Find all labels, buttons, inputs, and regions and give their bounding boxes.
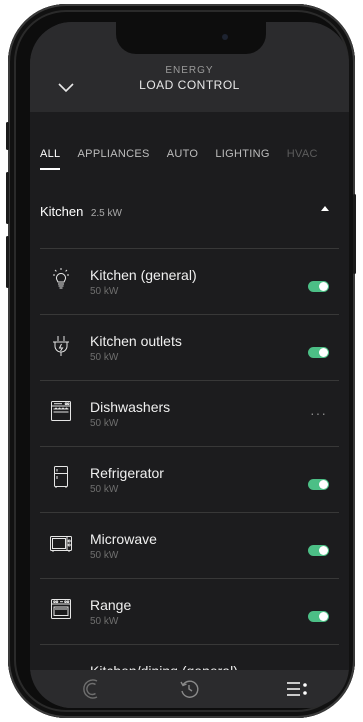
tab-auto[interactable]: AUTO [167,148,199,160]
item-power: 50 kW [90,418,119,429]
menu-icon[interactable] [285,678,307,700]
toggle-switch[interactable] [308,545,329,556]
item-power: 50 kW [90,286,119,297]
item-power: 50 kW [90,352,119,363]
item-power: 50 kW [90,550,119,561]
caret-up-icon[interactable] [321,206,329,211]
item-power: 50 kW [90,616,119,627]
list-item[interactable]: Range 50 kW [40,579,339,644]
page-subtitle: ENERGY [165,65,214,76]
item-name: Microwave [90,531,157,547]
history-icon[interactable] [178,678,200,700]
item-power: 50 kW [90,484,119,495]
tab-appliances[interactable]: APPLIANCES [78,148,150,160]
list-item[interactable]: Dishwashers 50 kW ··· [40,381,339,446]
list-item[interactable]: Refrigerator 50 kW [40,447,339,512]
tab-hvac[interactable]: HVAC [287,148,318,160]
tab-lighting[interactable]: LIGHTING [215,148,269,160]
section-header[interactable]: Kitchen 2.5 kW [40,203,339,233]
page-title: ENERGY LOAD CONTROL [30,65,349,92]
list-item[interactable]: Kitchen outlets 50 kW [40,315,339,380]
more-options-icon[interactable]: ··· [310,405,327,421]
toggle-switch[interactable] [308,611,329,622]
item-name: Kitchen (general) [90,267,197,283]
bottom-tab-bar [30,670,349,708]
microwave-icon [50,531,72,555]
item-name: Kitchen outlets [90,333,182,349]
toggle-switch[interactable] [308,479,329,490]
list-item[interactable]: Kitchen (general) 50 kW [40,249,339,314]
side-button [6,172,9,224]
phone-frame: ENERGY LOAD CONTROL ALL APPLIANCES AUTO … [6,4,356,718]
section-power: 2.5 kW [90,208,122,219]
item-name: Dishwashers [90,399,171,415]
refrigerator-icon [50,465,72,489]
toggle-switch[interactable] [308,347,329,358]
side-button [353,194,356,274]
toggle-switch[interactable] [308,281,329,292]
page-title-text: LOAD CONTROL [139,78,240,92]
lightbulb-icon [50,267,72,291]
screen: ENERGY LOAD CONTROL ALL APPLIANCES AUTO … [30,22,349,708]
content: ALL APPLIANCES AUTO LIGHTING HVAC Kitche… [30,112,349,688]
side-button [6,122,9,150]
tab-bar: ALL APPLIANCES AUTO LIGHTING HVAC [40,148,349,170]
item-name: Refrigerator [90,465,164,481]
camera [222,34,228,40]
item-name: Range [90,597,132,613]
tab-all[interactable]: ALL [40,148,61,170]
plug-icon [50,333,72,357]
side-button [6,236,9,288]
dishwasher-icon [50,399,72,423]
range-icon [50,597,72,621]
notch [116,22,266,54]
list-item[interactable]: Microwave 50 kW [40,513,339,578]
energy-icon[interactable] [82,678,104,700]
section-name: Kitchen [40,204,84,219]
